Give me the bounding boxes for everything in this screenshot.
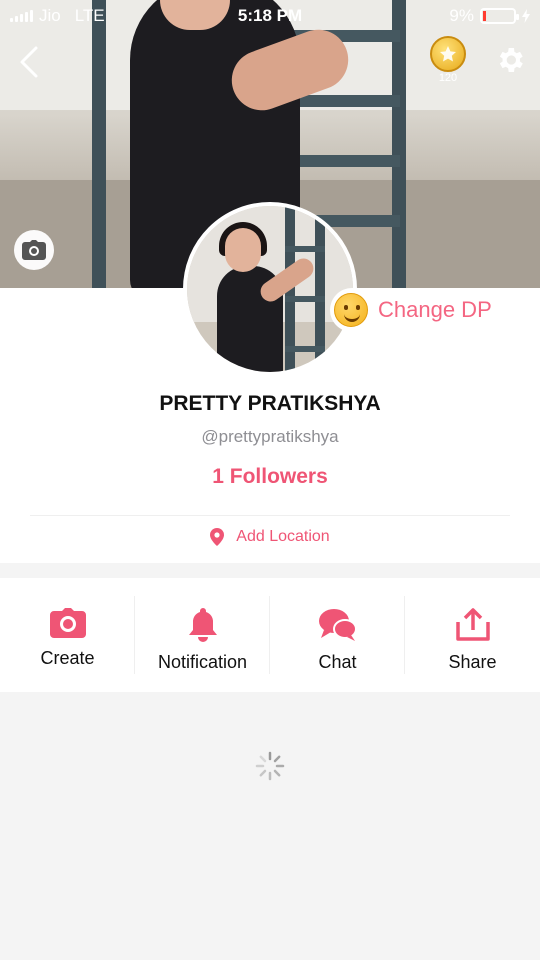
share-button[interactable]: Share — [405, 578, 540, 692]
followers-count[interactable]: 1 Followers — [0, 465, 540, 489]
loading-spinner-icon — [255, 751, 285, 781]
share-icon — [455, 608, 490, 641]
share-label: Share — [448, 652, 497, 672]
battery-icon — [480, 8, 519, 24]
notification-label: Notification — [157, 652, 248, 672]
battery-percent: 9% — [449, 6, 474, 25]
coin-count: 120 — [438, 72, 458, 84]
action-bar: Create Notification Chat Share — [0, 578, 540, 692]
create-button[interactable]: Create — [0, 578, 135, 692]
chat-label: Chat — [318, 652, 357, 672]
star-coin-icon — [440, 46, 456, 62]
change-dp-label: Change DP — [378, 297, 492, 322]
profile-name: PRETTY PRATIKSHYA — [159, 392, 381, 415]
smiley-icon — [334, 293, 368, 327]
notification-button[interactable]: Notification — [135, 578, 270, 692]
status-bar: Jio LTE 5:18 PM 9% — [0, 0, 540, 30]
change-dp-button[interactable]: Change DP — [330, 288, 510, 332]
back-button[interactable] — [12, 42, 48, 82]
profile-picture[interactable] — [183, 202, 357, 376]
bell-icon — [188, 608, 217, 642]
cover-camera-button[interactable] — [14, 230, 54, 270]
charging-icon — [522, 9, 530, 23]
create-label: Create — [40, 648, 95, 668]
camera-icon — [22, 240, 46, 260]
camera-icon — [49, 608, 86, 638]
content-feed — [0, 692, 540, 960]
add-location-label: Add Location — [236, 528, 330, 545]
location-pin-icon — [210, 528, 225, 546]
gear-icon — [499, 48, 523, 72]
chevron-left-icon — [20, 46, 38, 78]
profile-handle: @prettypratikshya — [201, 427, 339, 446]
settings-button[interactable] — [494, 44, 526, 76]
divider — [30, 515, 510, 516]
chat-bubbles-icon — [318, 609, 357, 641]
add-location-button[interactable]: Add Location — [0, 528, 540, 546]
coin-button[interactable] — [430, 36, 466, 72]
chat-button[interactable]: Chat — [270, 578, 405, 692]
